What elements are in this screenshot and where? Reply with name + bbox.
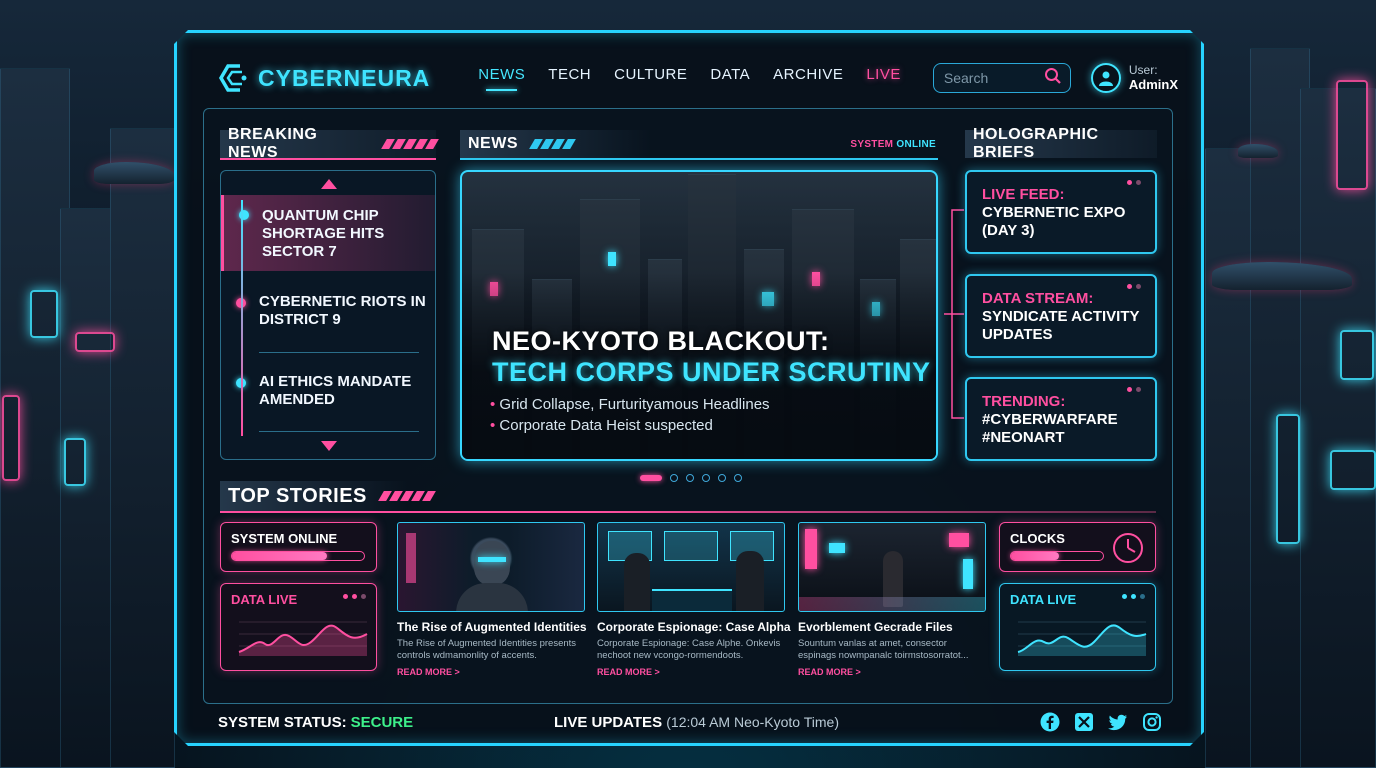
widget-title: DATA LIVE — [231, 592, 298, 607]
brief-card[interactable]: TRENDING: #CYBERWARFARE #NEONART — [965, 377, 1157, 461]
nav-culture[interactable]: CULTURE — [614, 66, 687, 91]
brief-card[interactable]: LIVE FEED: CYBERNETIC EXPO (DAY 3) — [965, 170, 1157, 254]
social-links — [1040, 712, 1162, 732]
story-desc: Sountum vanlas at amet, consector espina… — [798, 638, 969, 661]
search-input[interactable] — [943, 70, 1044, 86]
system-status-label: SYSTEM STATUS: — [218, 713, 347, 731]
brand-mark-icon — [218, 62, 248, 94]
headline-bullet: Grid Collapse, Furturityamous Headlines — [490, 394, 769, 415]
widget-title: SYSTEM ONLINE — [231, 531, 338, 546]
data-live-widget: DATA LIVE — [220, 583, 377, 671]
widget-title: CLOCKS — [1010, 531, 1065, 546]
read-more-link[interactable]: READ MORE > — [397, 667, 585, 677]
system-online-widget: SYSTEM ONLINE — [220, 522, 377, 572]
story-image[interactable] — [597, 522, 785, 612]
breaking-item[interactable]: CYBERNETIC RIOTS IN DISTRICT 9 — [221, 293, 435, 353]
system-progress-bar — [231, 551, 365, 561]
facebook-icon[interactable] — [1040, 712, 1060, 732]
brief-title: LIVE FEED: — [982, 186, 1065, 203]
stripes-decoration — [378, 491, 436, 501]
briefs-header: HOLOGRAPHIC BRIEFS — [965, 126, 1157, 161]
clocks-widget: CLOCKS — [999, 522, 1156, 572]
user-name: AdminX — [1128, 77, 1178, 93]
nav-live[interactable]: LIVE — [866, 66, 901, 91]
news-title: NEWS — [468, 135, 518, 152]
brief-text: #CYBERWARFARE #NEONART — [982, 411, 1118, 446]
nav-tech[interactable]: TECH — [548, 66, 591, 91]
story-desc: The Rise of Augmented Identities present… — [397, 638, 577, 661]
user-icon — [1098, 71, 1113, 86]
live-updates-label: LIVE UPDATES — [554, 713, 663, 731]
stripes-decoration — [529, 139, 576, 149]
brief-title: TRENDING: — [982, 393, 1066, 410]
clocks-progress-bar — [1010, 551, 1104, 561]
data-live-sparkline — [238, 621, 368, 656]
story-title[interactable]: Evorblement Gecrade Files — [798, 620, 986, 634]
scroll-down-arrow-icon[interactable] — [321, 441, 337, 451]
search-icon[interactable] — [1044, 67, 1062, 90]
live-updates-time: (12:04 AM Neo-Kyoto Time) — [666, 713, 839, 730]
featured-story[interactable]: NEO-KYOTO BLACKOUT: TECH CORPS UNDER SCR… — [460, 170, 938, 461]
brief-text: SYNDICATE ACTIVITY UPDATES — [982, 308, 1140, 343]
nav-news[interactable]: NEWS — [478, 66, 525, 91]
story-title[interactable]: Corporate Espionage: Case Alpha — [597, 620, 791, 634]
top-stories-title: TOP STORIES — [228, 484, 367, 507]
story-title[interactable]: The Rise of Augmented Identities — [397, 620, 587, 634]
brief-card[interactable]: DATA STREAM: SYNDICATE ACTIVITY UPDATES — [965, 274, 1157, 358]
briefs-title: HOLOGRAPHIC BRIEFS — [973, 126, 1099, 161]
breaking-news-header: BREAKING NEWS — [220, 126, 439, 161]
live-updates: LIVE UPDATES (12:04 AM Neo-Kyoto Time) — [554, 714, 839, 731]
read-more-link[interactable]: READ MORE > — [597, 667, 785, 677]
brief-title: DATA STREAM: — [982, 290, 1094, 307]
news-header: NEWS SYSTEM ONLINE — [460, 130, 938, 160]
headline-bullets: Grid Collapse, Furturityamous Headlines … — [490, 394, 770, 436]
story-image[interactable] — [397, 522, 585, 612]
scroll-up-arrow-icon[interactable] — [321, 179, 337, 189]
story-desc: Corporate Espionage: Case Alphe. Onkevis… — [597, 638, 781, 661]
user-label: User: — [1128, 63, 1158, 77]
breaking-news-list: QUANTUM CHIP SHORTAGE HITS SECTOR 7 CYBE… — [220, 170, 436, 460]
headline-line2: TECH CORPS UNDER SCRUTINY — [492, 357, 931, 387]
story-image[interactable] — [798, 522, 986, 612]
stripes-decoration — [381, 139, 439, 149]
read-more-link[interactable]: READ MORE > — [798, 667, 986, 677]
search-box — [932, 63, 1071, 93]
story-card[interactable]: Corporate Espionage: Case Alpha Corporat… — [597, 522, 791, 677]
system-status-value: SECURE — [350, 713, 414, 731]
top-stories-header: TOP STORIES — [220, 481, 1156, 513]
headline-bullet: Corporate Data Heist suspected — [490, 415, 770, 436]
nav-data[interactable]: DATA — [710, 66, 750, 91]
breaking-item[interactable]: AI ETHICS MANDATE AMENDED — [221, 373, 435, 433]
main-nav: NEWS TECH CULTURE DATA ARCHIVE LIVE — [478, 66, 901, 91]
brand-logo[interactable]: CYBERNEURA — [218, 62, 430, 94]
story-card[interactable]: The Rise of Augmented Identities The Ris… — [397, 522, 587, 677]
breaking-item[interactable]: QUANTUM CHIP SHORTAGE HITS SECTOR 7 — [221, 195, 435, 271]
user-menu[interactable]: User: AdminX — [1090, 63, 1178, 93]
breaking-news-title: BREAKING NEWS — [228, 126, 318, 161]
status-footer: SYSTEM STATUS: SECURE LIVE UPDATES (12:0… — [218, 710, 1162, 734]
nav-archive[interactable]: ARCHIVE — [773, 66, 843, 91]
brand-name: CYBERNEURA — [258, 64, 431, 91]
news-system-status: SYSTEM ONLINE — [850, 139, 936, 150]
widget-title: DATA LIVE — [1010, 592, 1077, 607]
data-live-widget: DATA LIVE — [999, 583, 1156, 671]
brief-text: CYBERNETIC EXPO (DAY 3) — [982, 204, 1126, 239]
avatar[interactable] — [1090, 63, 1121, 93]
top-header: CYBERNEURA NEWS TECH CULTURE DATA ARCHIV… — [218, 56, 1178, 100]
headline-line1: NEO-KYOTO BLACKOUT: — [492, 326, 830, 356]
story-card[interactable]: Evorblement Gecrade Files Sountum vanlas… — [798, 522, 986, 677]
x-icon[interactable] — [1074, 712, 1094, 732]
instagram-icon[interactable] — [1142, 712, 1162, 732]
clock-icon — [1113, 533, 1143, 563]
twitter-icon[interactable] — [1108, 712, 1128, 732]
timeline-line — [241, 200, 243, 436]
data-live-sparkline — [1017, 621, 1147, 656]
